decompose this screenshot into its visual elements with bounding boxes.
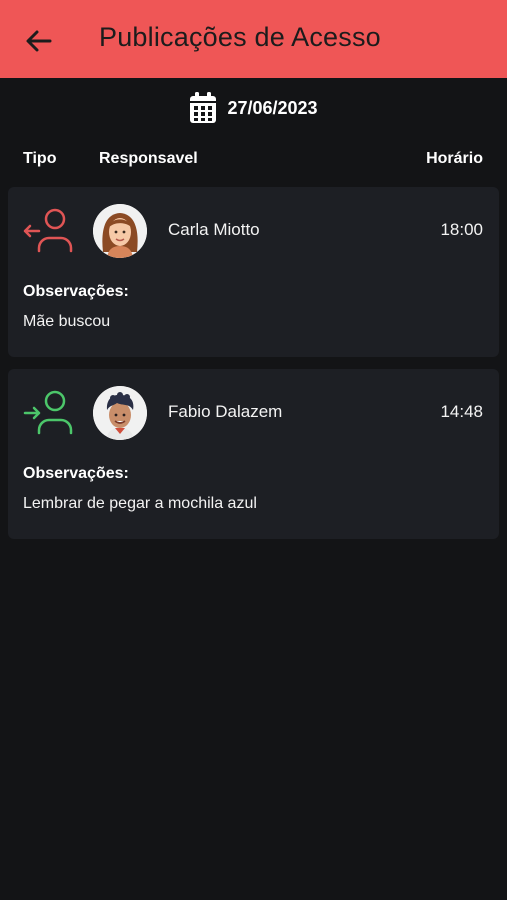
app-screen: Publicações de Acesso 27/06/2023 Tipo Re… [0,0,507,900]
female-avatar-icon [93,204,147,258]
responsible-name: Fabio Dalazem [168,402,283,421]
responsible-name: Carla Miotto [168,220,260,239]
avatar [93,204,147,258]
male-avatar-icon [93,386,147,440]
user-exit-icon [23,208,73,253]
observations-text: Lembrar de pegar a mochila azul [23,495,257,512]
observations-label: Observações: [23,465,129,482]
arrow-left-icon [26,30,52,52]
date-selector[interactable]: 27/06/2023 [0,88,507,128]
page-title: Publicações de Acesso [99,22,381,52]
access-record-card[interactable]: Fabio Dalazem 14:48 Observações: Lembrar… [8,369,499,539]
column-header-responsible: Responsavel [99,150,198,167]
calendar-icon [190,92,217,123]
user-entry-icon [23,390,73,435]
observations-label: Observações: [23,283,129,300]
column-headers: Tipo Responsavel Horário [0,148,507,172]
column-header-type: Tipo [23,150,57,167]
observations-text: Mãe buscou [23,313,111,330]
access-record-card[interactable]: Carla Miotto 18:00 Observações: Mãe busc… [8,187,499,357]
avatar [93,386,147,440]
record-time: 18:00 [440,220,483,239]
record-time: 14:48 [440,402,483,421]
back-button[interactable] [22,24,56,58]
app-header: Publicações de Acesso [0,0,507,78]
column-header-time: Horário [426,150,483,167]
selected-date: 27/06/2023 [227,97,318,118]
